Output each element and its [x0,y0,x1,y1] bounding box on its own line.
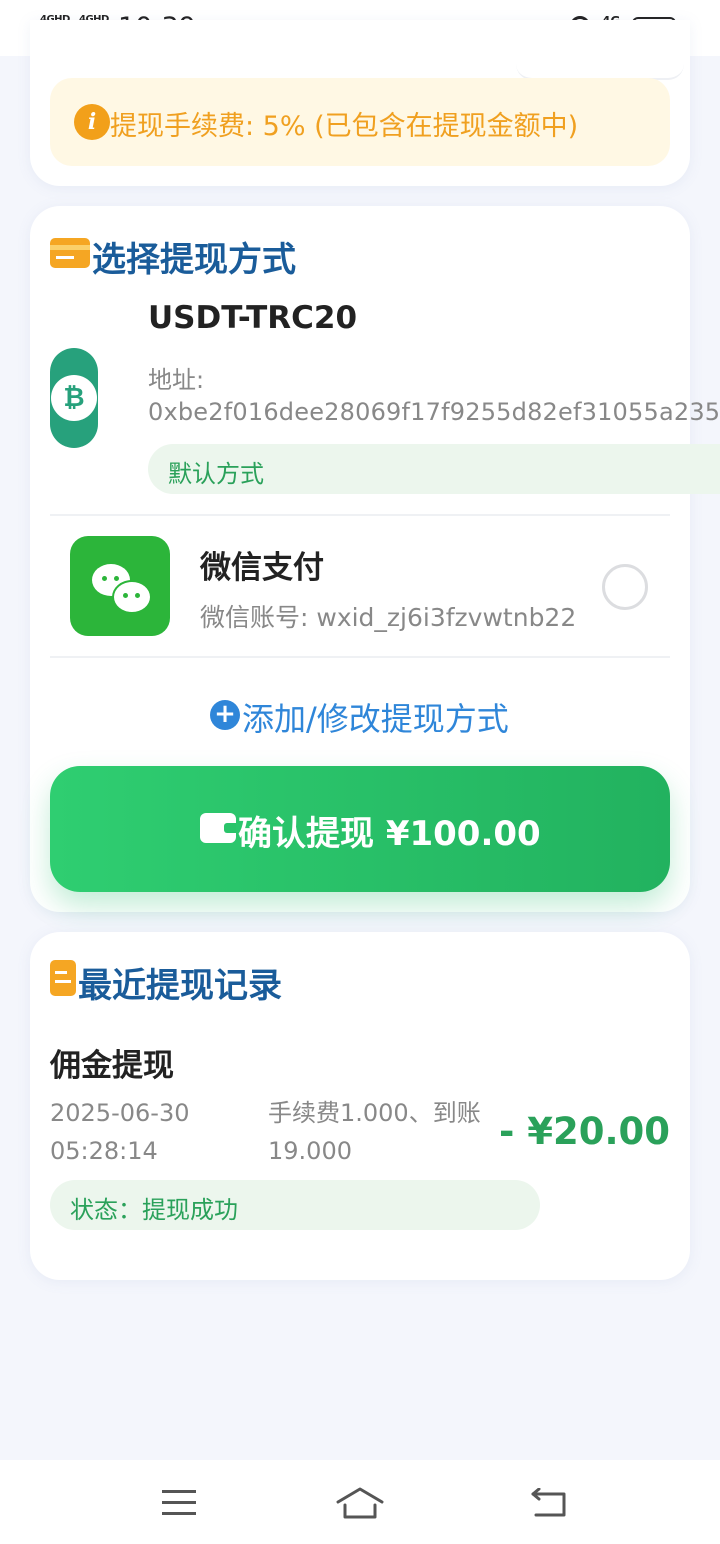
wechat-radio-button[interactable] [602,564,648,610]
divider [50,514,670,516]
record-datetime: 2025-06-30 05:28:14 [50,1099,190,1165]
records-section-title: 最近提现记录 [78,966,282,1006]
add-method-text: 添加/修改提现方式 [242,700,509,738]
confirm-withdraw-label: 确认提现 ¥100.00 [238,814,541,854]
wechat-icon [70,536,170,636]
record-status-text: 状态：提现成功 [70,1196,238,1224]
menu-icon[interactable] [162,1490,196,1516]
amount-input-edge [516,56,684,80]
plus-icon: + [210,700,240,730]
record-status-badge: 状态：提现成功 [50,1180,540,1230]
wechat-method-name: 微信支付 [200,550,324,586]
document-icon [50,960,76,996]
record-title: 佣金提现 [50,1048,174,1084]
amount-card: i 提现手续费: 5% (已包含在提现金额中) [30,20,690,186]
back-icon[interactable] [530,1488,568,1518]
bitcoin-icon: ₿ [50,348,98,448]
usdt-method-name: USDT-TRC20 [148,300,358,336]
fee-notice-text: 提现手续费: 5% (已包含在提现金额中) [110,111,579,142]
method-option-usdt[interactable]: ₿ USDT-TRC20 地址: 0xbe2f016dee28069f17f92… [30,296,720,514]
method-section-title: 选择提现方式 [92,240,296,280]
record-fee-detail: 手续费1.000、到账19.000 [268,1099,481,1165]
info-icon: i [74,104,110,140]
withdraw-method-card: 选择提现方式 ₿ USDT-TRC20 地址: 0xbe2f016dee2806… [30,206,720,912]
default-method-badge-text: 默认方式 [168,460,264,488]
home-icon[interactable] [336,1486,384,1520]
system-navigation-bar [0,1460,720,1544]
default-method-badge: 默认方式 [148,444,720,494]
confirm-withdraw-button[interactable]: 确认提现 ¥100.00 [50,766,670,892]
divider [50,656,670,658]
recent-records-card: 最近提现记录 佣金提现 2025-06-30 05:28:14 手续费1.000… [30,932,690,1280]
record-amount: - ¥20.00 [498,1110,670,1153]
credit-card-icon [50,238,90,268]
usdt-address-value: 0xbe2f016dee28069f17f9255d82ef31055a2356… [148,398,720,426]
wallet-icon [200,813,236,843]
fee-notice: i 提现手续费: 5% (已包含在提现金额中) [50,78,670,166]
wechat-account: 微信账号: wxid_zj6i3fzvwtnb22 [200,603,577,632]
usdt-address-label: 地址: [148,366,205,394]
